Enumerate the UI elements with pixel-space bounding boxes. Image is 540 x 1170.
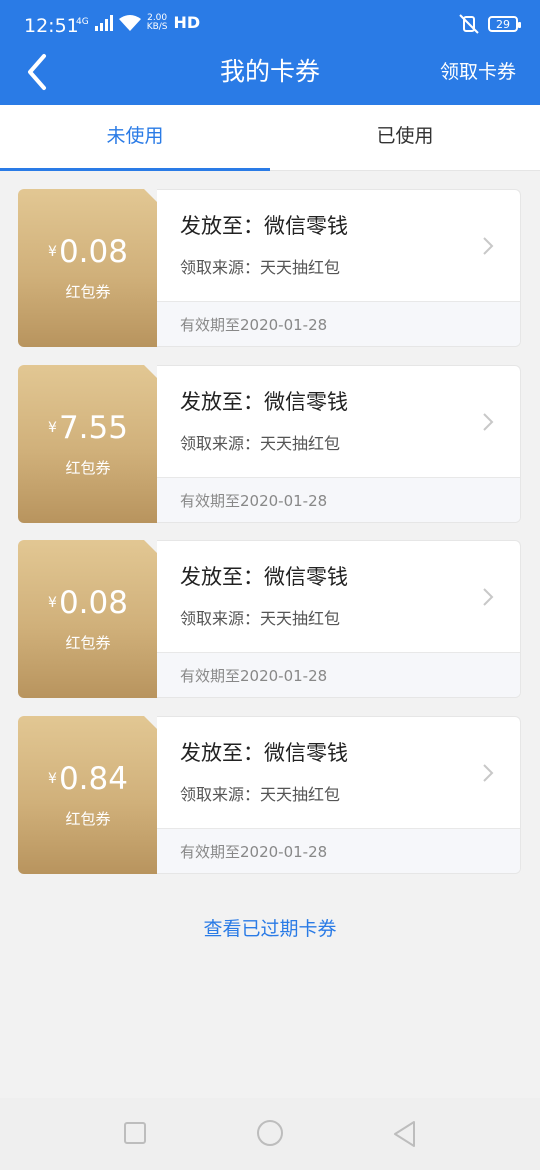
chevron-right-icon bbox=[483, 413, 494, 431]
status-icons: 4G 2.00 KB/S HD bbox=[76, 13, 200, 32]
view-expired-coupons-link[interactable]: 查看已过期卡券 bbox=[0, 914, 540, 941]
coupon-expiry: 有效期至2020-01-28 bbox=[180, 843, 328, 861]
amount-value: 0.84 bbox=[58, 761, 128, 797]
coupon-card[interactable]: ¥0.08 红包券 发放至：微信零钱 领取来源：天天抽红包 有效期至2020-0… bbox=[18, 189, 521, 347]
tab-unused[interactable]: 未使用 bbox=[0, 105, 270, 171]
chevron-right-icon bbox=[483, 764, 494, 782]
coupon-value-panel: ¥0.08 红包券 bbox=[18, 540, 158, 698]
coupon-fold-corner bbox=[144, 540, 158, 554]
currency-symbol: ¥ bbox=[48, 771, 57, 787]
currency-symbol: ¥ bbox=[48, 595, 57, 611]
coupon-card[interactable]: ¥0.84 红包券 发放至：微信零钱 领取来源：天天抽红包 有效期至2020-0… bbox=[18, 716, 521, 874]
coupon-type: 红包券 bbox=[65, 810, 111, 828]
currency-symbol: ¥ bbox=[48, 244, 57, 260]
coupon-expiry: 有效期至2020-01-28 bbox=[180, 492, 328, 510]
coupon-expiry: 有效期至2020-01-28 bbox=[180, 316, 328, 334]
status-time: 12:51 bbox=[24, 15, 79, 37]
coupon-type: 红包券 bbox=[65, 459, 111, 477]
amount-value: 0.08 bbox=[58, 234, 128, 270]
currency-symbol: ¥ bbox=[48, 420, 57, 436]
network-speed-unit: KB/S bbox=[146, 21, 168, 32]
coupon-value-panel: ¥0.08 红包券 bbox=[18, 189, 158, 347]
coupon-type: 红包券 bbox=[65, 634, 111, 652]
coupon-amount: ¥0.08 bbox=[18, 234, 158, 270]
coupon-info-panel: 发放至：微信零钱 领取来源：天天抽红包 有效期至2020-01-28 bbox=[157, 540, 521, 698]
hd-label: HD bbox=[173, 13, 201, 32]
triangle-back-icon[interactable] bbox=[392, 1120, 418, 1148]
signal-icon bbox=[94, 14, 113, 31]
coupon-footer: 有效期至2020-01-28 bbox=[157, 652, 520, 697]
claim-coupons-link[interactable]: 领取卡券 bbox=[440, 58, 516, 86]
amount-value: 0.08 bbox=[58, 585, 128, 621]
coupon-source: 领取来源：天天抽红包 bbox=[180, 258, 341, 277]
tab-bar: 未使用 已使用 bbox=[0, 105, 540, 171]
coupon-footer: 有效期至2020-01-28 bbox=[157, 828, 520, 873]
wifi-icon bbox=[118, 14, 141, 31]
coupon-footer: 有效期至2020-01-28 bbox=[157, 477, 520, 522]
coupon-card[interactable]: ¥0.08 红包券 发放至：微信零钱 领取来源：天天抽红包 有效期至2020-0… bbox=[18, 540, 521, 698]
chevron-right-icon bbox=[483, 237, 494, 255]
coupon-fold-corner bbox=[144, 716, 158, 730]
coupon-info-panel: 发放至：微信零钱 领取来源：天天抽红包 有效期至2020-01-28 bbox=[157, 189, 521, 347]
system-navigation-bar bbox=[0, 1098, 540, 1170]
coupon-source: 领取来源：天天抽红包 bbox=[180, 434, 341, 453]
chevron-right-icon bbox=[483, 588, 494, 606]
coupon-card[interactable]: ¥7.55 红包券 发放至：微信零钱 领取来源：天天抽红包 有效期至2020-0… bbox=[18, 365, 521, 523]
coupon-amount: ¥0.84 bbox=[18, 761, 158, 797]
network-speed: 2.00 KB/S bbox=[146, 13, 168, 32]
coupon-amount: ¥0.08 bbox=[18, 585, 158, 621]
circle-icon[interactable] bbox=[255, 1120, 285, 1150]
coupon-amount: ¥7.55 bbox=[18, 410, 158, 446]
status-bar: 12:51 4G 2.00 KB/S HD 29 bbox=[0, 0, 540, 50]
coupon-info-panel: 发放至：微信零钱 领取来源：天天抽红包 有效期至2020-01-28 bbox=[157, 716, 521, 874]
active-tab-indicator bbox=[0, 168, 270, 171]
coupon-source: 领取来源：天天抽红包 bbox=[180, 785, 341, 804]
network-type-label: 4G bbox=[76, 17, 89, 27]
battery-level: 29 bbox=[496, 17, 510, 31]
status-right: 29 bbox=[458, 14, 521, 34]
coupon-info-panel: 发放至：微信零钱 领取来源：天天抽红包 有效期至2020-01-28 bbox=[157, 365, 521, 523]
coupon-title: 发放至：微信零钱 bbox=[180, 214, 348, 238]
coupon-fold-corner bbox=[144, 189, 158, 203]
coupon-title: 发放至：微信零钱 bbox=[180, 741, 348, 765]
app-header: 12:51 4G 2.00 KB/S HD 29 我的卡券 领取卡券 bbox=[0, 0, 540, 105]
vibrate-mute-icon bbox=[459, 14, 479, 34]
amount-value: 7.55 bbox=[58, 410, 128, 446]
tab-used[interactable]: 已使用 bbox=[270, 105, 540, 171]
coupon-expiry: 有效期至2020-01-28 bbox=[180, 667, 328, 685]
coupon-fold-corner bbox=[144, 365, 158, 379]
coupon-title: 发放至：微信零钱 bbox=[180, 565, 348, 589]
coupon-footer: 有效期至2020-01-28 bbox=[157, 301, 520, 346]
coupon-source: 领取来源：天天抽红包 bbox=[180, 609, 341, 628]
coupon-type: 红包券 bbox=[65, 283, 111, 301]
coupon-value-panel: ¥0.84 红包券 bbox=[18, 716, 158, 874]
battery-icon: 29 bbox=[488, 16, 521, 32]
coupon-value-panel: ¥7.55 红包券 bbox=[18, 365, 158, 523]
coupon-title: 发放至：微信零钱 bbox=[180, 390, 348, 414]
square-icon[interactable] bbox=[122, 1120, 148, 1146]
